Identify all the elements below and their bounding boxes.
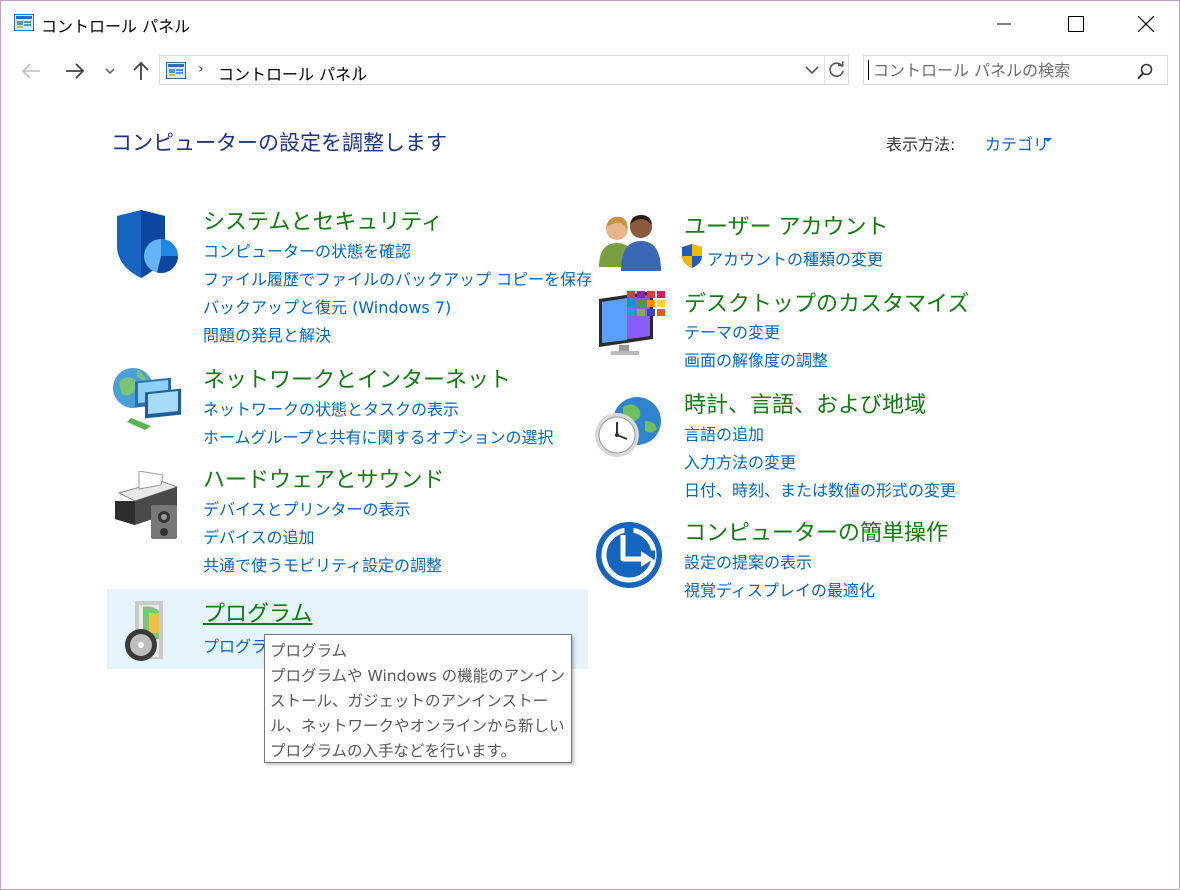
back-arrow-icon (21, 63, 40, 79)
shield-icon (117, 210, 178, 278)
link-devices-printers[interactable]: デバイスとプリンターの表示 (203, 496, 411, 520)
chevron-down-icon (105, 68, 115, 74)
link-file-history-backup[interactable]: ファイル履歴でファイルのバックアップ コピーを保存 (203, 266, 592, 290)
link-network-status[interactable]: ネットワークの状態とタスクの表示 (203, 396, 459, 420)
up-button[interactable] (129, 59, 153, 83)
caret-down-icon[interactable] (1044, 138, 1052, 143)
link-change-theme[interactable]: テーマの変更 (684, 319, 780, 343)
printer-speaker-icon (115, 471, 179, 539)
up-arrow-icon (133, 61, 149, 80)
close-button[interactable] (1122, 1, 1168, 47)
uac-shield-icon (682, 244, 702, 268)
view-by-dropdown[interactable]: カテゴリ (985, 131, 1049, 155)
link-mobility-settings[interactable]: 共通で使うモビリティ設定の調整 (203, 552, 442, 576)
recent-locations-button[interactable] (101, 59, 119, 83)
category-clock-language-region[interactable]: 時計、言語、および地域 (684, 387, 926, 419)
refresh-icon (829, 61, 844, 77)
users-icon (599, 215, 661, 271)
clock-globe-icon (595, 397, 661, 457)
category-programs[interactable]: プログラム (203, 596, 312, 628)
category-user-accounts[interactable]: ユーザー アカウント (684, 209, 889, 241)
breadcrumb-control-panel[interactable]: コントロール パネル (218, 61, 367, 85)
link-change-date-time-format[interactable]: 日付、時刻、または数値の形式の変更 (684, 477, 956, 501)
desktop-customization-icon (599, 291, 665, 355)
category-desktop-customization[interactable]: デスクトップのカスタマイズ (684, 286, 969, 318)
search-input[interactable] (868, 60, 1132, 80)
search-icon[interactable] (1136, 62, 1154, 80)
close-icon (1138, 16, 1154, 32)
view-by-label: 表示方法: (886, 135, 956, 154)
address-history-button[interactable] (800, 56, 824, 84)
network-globe-icon (113, 368, 181, 430)
window-title: コントロール パネル (41, 17, 191, 36)
minimize-icon (997, 23, 1011, 25)
breadcrumb-separator[interactable]: › (357, 61, 363, 77)
control-panel-icon (14, 14, 34, 31)
link-change-input-method[interactable]: 入力方法の変更 (684, 449, 796, 473)
link-change-account-type[interactable]: アカウントの種類の変更 (707, 246, 883, 270)
control-panel-icon (166, 62, 186, 79)
address-bar[interactable]: › コントロール パネル › (159, 55, 849, 85)
link-suggested-settings[interactable]: 設定の提案の表示 (684, 549, 812, 573)
category-system-security[interactable]: システムとセキュリティ (203, 204, 443, 236)
category-ease-of-access[interactable]: コンピューターの簡単操作 (684, 515, 948, 547)
tooltip-description: プログラムや Windows の機能のアンインストール、ガジェットのアンインスト… (270, 667, 565, 760)
link-optimize-display[interactable]: 視覚ディスプレイの最適化 (684, 577, 875, 601)
link-add-device[interactable]: デバイスの追加 (203, 524, 315, 548)
programs-tooltip: プログラム プログラムや Windows の機能のアンインストール、ガジェットの… (264, 634, 572, 763)
link-add-language[interactable]: 言語の追加 (684, 421, 764, 445)
breadcrumb-separator[interactable]: › (198, 61, 204, 77)
category-network-internet[interactable]: ネットワークとインターネット (203, 362, 511, 394)
ease-of-access-icon (596, 522, 662, 588)
link-backup-restore[interactable]: バックアップと復元 (Windows 7) (203, 294, 451, 318)
tooltip-title: プログラム (270, 642, 348, 660)
maximize-icon (1068, 16, 1084, 32)
page-title: コンピューターの設定を調整します (111, 131, 447, 155)
minimize-button[interactable] (981, 1, 1027, 47)
maximize-button[interactable] (1052, 1, 1098, 47)
link-troubleshoot[interactable]: 問題の発見と解決 (203, 322, 331, 346)
link-homegroup-sharing[interactable]: ホームグループと共有に関するオプションの選択 (203, 424, 554, 448)
refresh-button[interactable] (824, 56, 849, 84)
link-adjust-resolution[interactable]: 画面の解像度の調整 (684, 347, 828, 371)
control-panel-window: コントロール パネル › コントロール パネル › コントロール パネルの検索 … (0, 0, 1180, 890)
category-hardware-sound[interactable]: ハードウェアとサウンド (203, 462, 445, 494)
back-button[interactable] (19, 59, 43, 83)
search-box[interactable] (863, 55, 1168, 85)
link-check-computer-status[interactable]: コンピューターの状態を確認 (203, 238, 411, 262)
forward-button[interactable] (63, 59, 87, 83)
chevron-down-icon (805, 66, 819, 75)
programs-box-icon (125, 601, 163, 661)
forward-arrow-icon (66, 63, 85, 79)
title-bar: コントロール パネル (1, 1, 1179, 47)
